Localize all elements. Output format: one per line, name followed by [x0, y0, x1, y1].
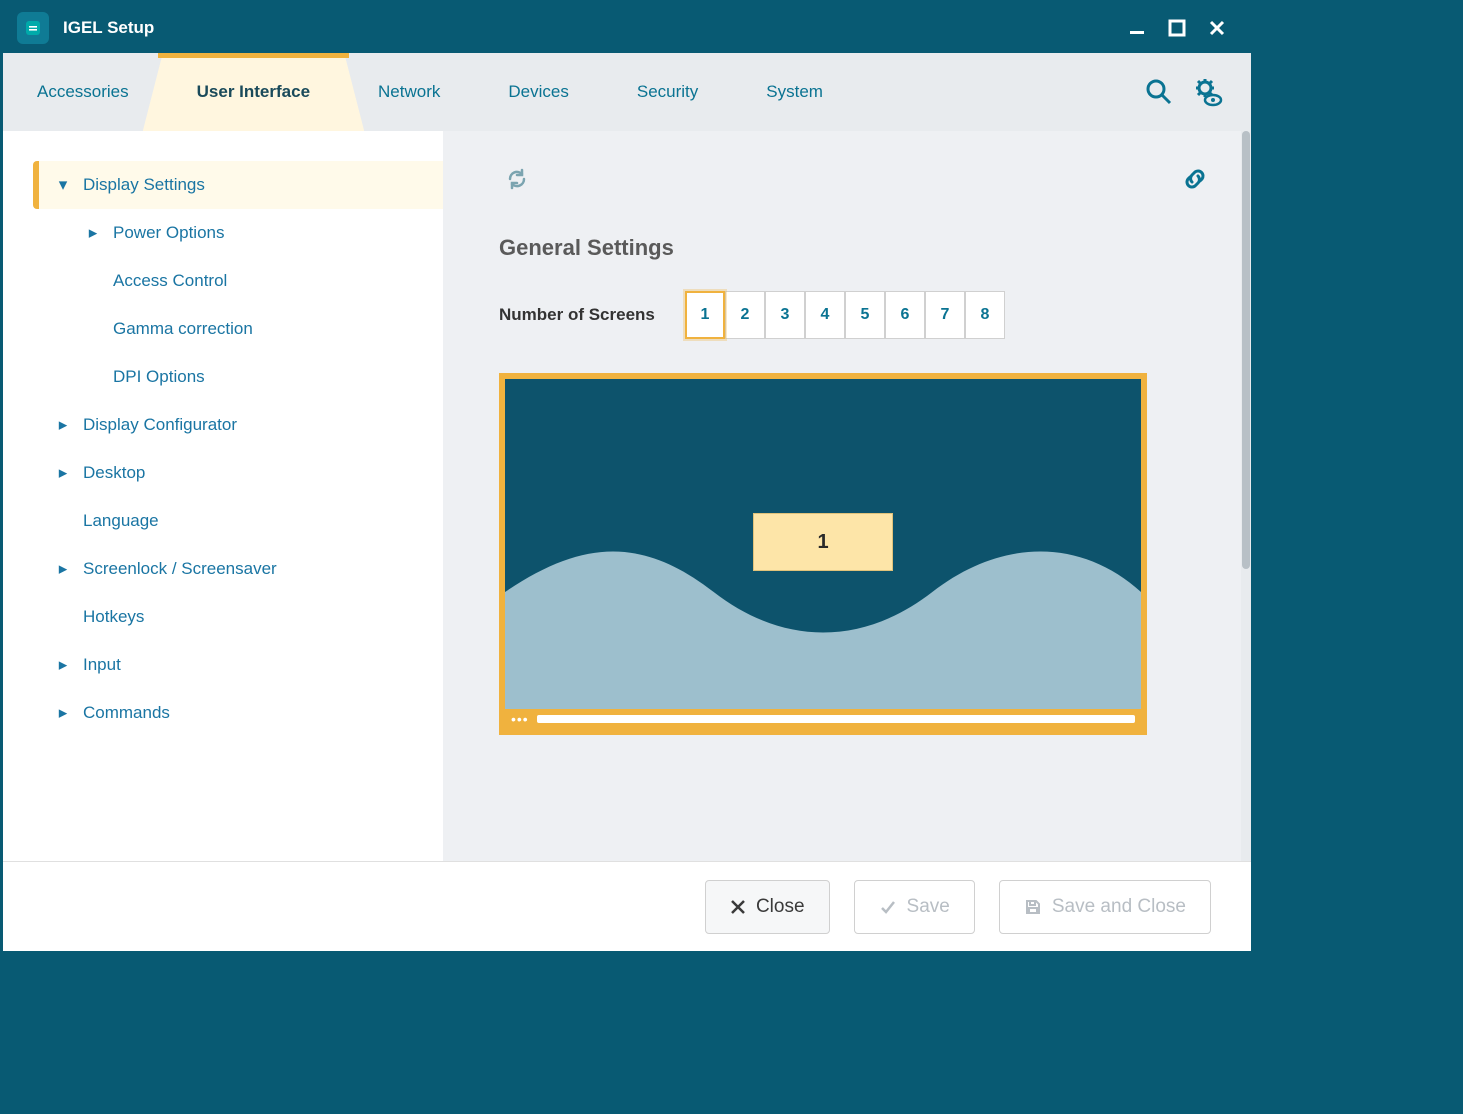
button-label: Close: [756, 896, 805, 918]
tab-security[interactable]: Security: [603, 53, 732, 131]
sidebar-item-gamma-correction[interactable]: ▸ Gamma correction: [33, 305, 443, 353]
caret-right-icon: ▸: [43, 463, 83, 483]
close-button[interactable]: Close: [705, 880, 830, 934]
screen-layout-preview[interactable]: 1 •••: [499, 373, 1147, 735]
content-pane: General Settings Number of Screens 1 2 3…: [443, 131, 1251, 861]
sidebar-item-power-options[interactable]: ▸ Power Options: [33, 209, 443, 257]
sidebar-item-label: Display Configurator: [83, 415, 237, 435]
sidebar-item-label: Input: [83, 655, 121, 675]
number-of-screens-row: Number of Screens 1 2 3 4 5 6 7 8: [499, 291, 1213, 339]
footer: Close Save Save and Close: [3, 861, 1251, 951]
screen-count-buttons: 1 2 3 4 5 6 7 8: [685, 291, 1005, 339]
screen-option-3[interactable]: 3: [765, 291, 805, 339]
sidebar-item-screenlock-screensaver[interactable]: ▸ Screenlock / Screensaver: [33, 545, 443, 593]
screen-option-4[interactable]: 4: [805, 291, 845, 339]
sidebar-item-access-control[interactable]: ▸ Access Control: [33, 257, 443, 305]
sidebar-item-dpi-options[interactable]: ▸ DPI Options: [33, 353, 443, 401]
caret-right-icon: ▸: [43, 559, 83, 579]
link-button[interactable]: [1177, 161, 1213, 197]
scrollbar-thumb[interactable]: [1242, 131, 1250, 569]
tab-label: Devices: [508, 82, 568, 102]
minimize-button[interactable]: [1117, 8, 1157, 48]
screen-option-7[interactable]: 7: [925, 291, 965, 339]
content-scrollbar[interactable]: [1241, 131, 1251, 861]
sidebar-item-label: DPI Options: [113, 367, 205, 387]
tab-label: User Interface: [197, 82, 310, 102]
caret-right-icon: ▸: [43, 655, 83, 675]
section-title: General Settings: [499, 235, 1213, 261]
tab-system[interactable]: System: [732, 53, 857, 131]
screen-option-5[interactable]: 5: [845, 291, 885, 339]
close-window-button[interactable]: [1197, 8, 1237, 48]
save-and-close-button[interactable]: Save and Close: [999, 880, 1211, 934]
sidebar-item-label: Gamma correction: [113, 319, 253, 339]
tab-accessories[interactable]: Accessories: [3, 53, 163, 131]
sidebar-item-label: Display Settings: [83, 175, 205, 195]
app-icon: [17, 12, 49, 44]
caret-down-icon: ▾: [43, 175, 83, 195]
check-icon: [879, 898, 897, 916]
refresh-icon: [504, 166, 530, 192]
caret-right-icon: ▸: [43, 703, 83, 723]
number-of-screens-label: Number of Screens: [499, 305, 685, 325]
settings-wizard-button[interactable]: [1183, 53, 1231, 131]
close-icon: [730, 899, 746, 915]
screen-option-2[interactable]: 2: [725, 291, 765, 339]
caret-right-icon: ▸: [73, 223, 113, 243]
sidebar-item-label: Power Options: [113, 223, 225, 243]
taskbar-dots-icon: •••: [511, 711, 529, 727]
titlebar: IGEL Setup: [3, 3, 1251, 53]
tab-network[interactable]: Network: [344, 53, 474, 131]
screen-option-1[interactable]: 1: [685, 291, 725, 339]
body: ▾ Display Settings ▸ Power Options ▸ Acc…: [3, 131, 1251, 861]
button-label: Save and Close: [1052, 896, 1186, 918]
preview-taskbar: •••: [505, 709, 1141, 729]
button-label: Save: [907, 896, 950, 918]
sidebar-item-display-settings[interactable]: ▾ Display Settings: [33, 161, 443, 209]
refresh-button[interactable]: [499, 161, 535, 197]
sidebar-item-display-configurator[interactable]: ▸ Display Configurator: [33, 401, 443, 449]
tab-label: Security: [637, 82, 698, 102]
caret-right-icon: ▸: [43, 415, 83, 435]
link-icon: [1181, 165, 1209, 193]
tab-label: System: [766, 82, 823, 102]
sidebar-item-commands[interactable]: ▸ Commands: [33, 689, 443, 737]
tab-label: Accessories: [37, 82, 129, 102]
sidebar-item-label: Hotkeys: [83, 607, 144, 627]
screen-option-6[interactable]: 6: [885, 291, 925, 339]
save-button[interactable]: Save: [854, 880, 975, 934]
tab-label: Network: [378, 82, 440, 102]
sidebar-item-hotkeys[interactable]: ▸ Hotkeys: [33, 593, 443, 641]
search-button[interactable]: [1135, 53, 1183, 131]
sidebar-item-label: Desktop: [83, 463, 145, 483]
tab-bar: Accessories User Interface Network Devic…: [3, 53, 1251, 131]
content-toolbar: [499, 161, 1213, 197]
tab-devices[interactable]: Devices: [474, 53, 602, 131]
save-icon: [1024, 898, 1042, 916]
screen-chip-label: 1: [817, 531, 828, 554]
sidebar-item-label: Language: [83, 511, 159, 531]
gear-eye-icon: [1191, 76, 1223, 108]
screen-option-8[interactable]: 8: [965, 291, 1005, 339]
taskbar-bar: [537, 715, 1135, 723]
window-title: IGEL Setup: [63, 18, 154, 38]
sidebar-item-label: Access Control: [113, 271, 227, 291]
sidebar-item-input[interactable]: ▸ Input: [33, 641, 443, 689]
app-window: IGEL Setup Accessories User Interface Ne…: [3, 3, 1251, 951]
sidebar-item-desktop[interactable]: ▸ Desktop: [33, 449, 443, 497]
screen-chip-1[interactable]: 1: [753, 513, 893, 571]
search-icon: [1144, 77, 1174, 107]
maximize-button[interactable]: [1157, 8, 1197, 48]
sidebar-item-language[interactable]: ▸ Language: [33, 497, 443, 545]
sidebar-item-label: Commands: [83, 703, 170, 723]
sidebar: ▾ Display Settings ▸ Power Options ▸ Acc…: [3, 131, 443, 861]
tab-user-interface[interactable]: User Interface: [163, 53, 344, 131]
sidebar-item-label: Screenlock / Screensaver: [83, 559, 277, 579]
